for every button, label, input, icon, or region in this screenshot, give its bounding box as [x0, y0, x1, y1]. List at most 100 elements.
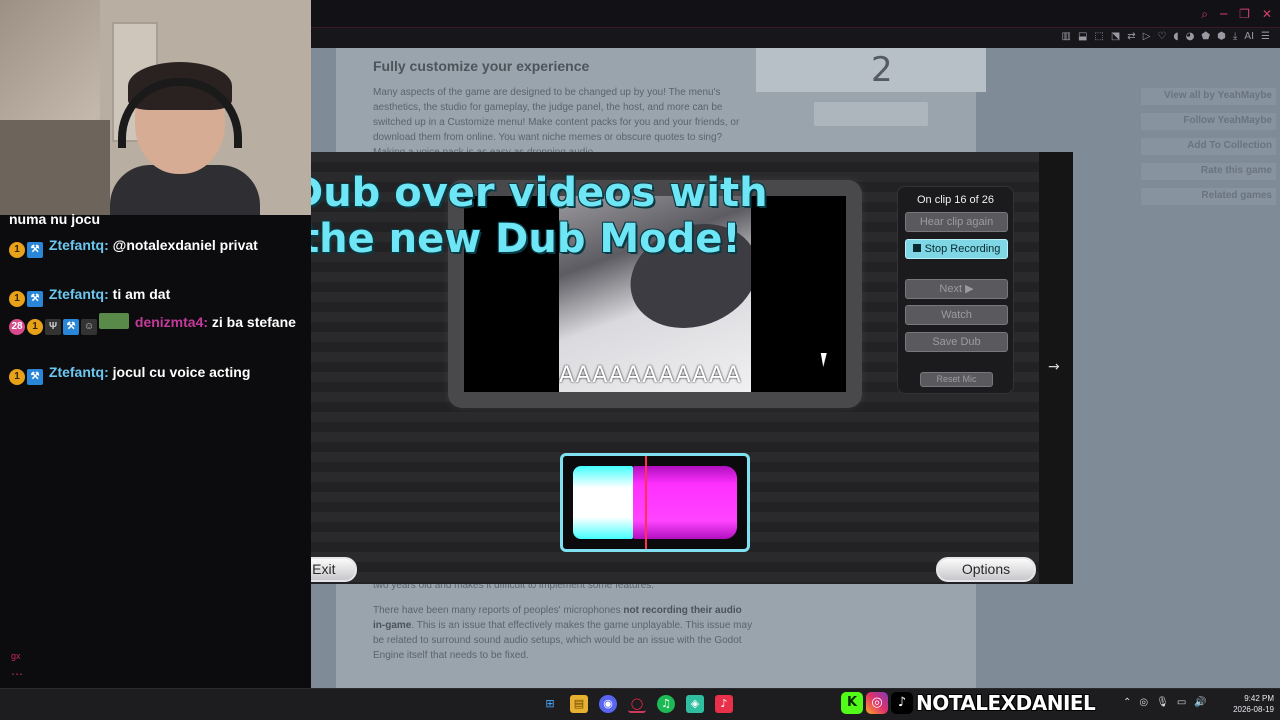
issues-suffix: . This is an issue that effectively make… — [373, 620, 753, 661]
promo-banner: Dub over videos with the new Dub Mode! — [300, 170, 780, 262]
next-button[interactable]: Next ▶ — [905, 279, 1008, 299]
chat-username[interactable]: denizmta4: — [135, 314, 208, 330]
taskbar-apps: ⊞ ▤ ◉ ◯ ♫ ◈ ♪ — [541, 695, 733, 713]
options-button[interactable]: Options — [936, 557, 1036, 582]
puzzle-icon[interactable]: ⬢ — [1217, 30, 1226, 44]
promo-line-1: Dub over videos with — [300, 170, 768, 216]
waveform-thumbnail — [814, 102, 928, 126]
file-explorer-icon[interactable]: ▤ — [570, 695, 588, 713]
instagram-icon: ◎ — [866, 692, 888, 714]
emote-badge-icon: ☺ — [81, 319, 97, 335]
webcam-feed — [0, 0, 311, 215]
tab-icon[interactable]: ⬓ — [1078, 30, 1087, 44]
extension-icon-3[interactable]: ⬟ — [1201, 30, 1210, 44]
volume-icon[interactable]: 🔊 — [1194, 697, 1206, 708]
waveform-recorded — [573, 466, 633, 539]
spotify-icon[interactable]: ♫ — [657, 695, 675, 713]
sub-badge-icon: 1 — [9, 369, 25, 385]
add-collection-link[interactable]: Add To Collection — [1141, 138, 1276, 155]
thumb-number: 2 — [871, 50, 893, 90]
more-icon[interactable]: ⋯ — [11, 667, 23, 681]
sub-badge-icon: 1 — [9, 242, 25, 258]
stop-recording-button[interactable]: Stop Recording — [905, 239, 1008, 259]
browser-toolbar: ▥ ⬓ ⬚ ⬔ ⇄ ▷ ♡ ◖ ◕ ⬟ ⬢ ⤓ AI ☰ — [311, 28, 1280, 48]
browser-titlebar: ⌕ ─ ❐ ✕ — [311, 0, 1280, 28]
known-issues-text: two years old and makes it difficult to … — [373, 578, 753, 663]
extension-icon-2[interactable]: ◕ — [1186, 30, 1195, 44]
section-paragraph: Many aspects of the game are designed to… — [373, 87, 740, 158]
sub-badge-icon: 1 — [9, 291, 25, 307]
save-dub-button[interactable]: Save Dub — [905, 332, 1008, 352]
chat-username[interactable]: Ztefantq: — [49, 237, 109, 253]
mod-badge-icon: ⚒ — [27, 291, 43, 307]
discord-icon[interactable]: ◉ — [599, 695, 617, 713]
minimize-icon[interactable]: ─ — [1220, 6, 1227, 22]
chat-message: 1 ⚒ Ztefantq: jocul cu voice acting — [9, 362, 299, 385]
translate-icon[interactable]: ⇄ — [1127, 30, 1135, 44]
cam-shelf — [0, 120, 110, 215]
window-controls: ⌕ ─ ❐ ✕ — [1201, 6, 1272, 22]
toolbar-icons: ▥ ⬓ ⬚ ⬔ ⇄ ▷ ♡ ◖ ◕ ⬟ ⬢ ⤓ AI ☰ — [1061, 30, 1270, 44]
windows-start-icon[interactable]: ⊞ — [541, 695, 559, 713]
chat-message: 1 ⚒ Ztefantq: @notalexdaniel privat — [9, 235, 299, 258]
system-tray: ⌃ ◎ 🎙 ▭ 🔊 — [1123, 697, 1207, 708]
clock-time: 9:42 PM — [1244, 694, 1274, 703]
waveform-original — [633, 466, 737, 539]
screenshot-icon[interactable]: ⬚ — [1094, 30, 1103, 44]
next-arrow-icon[interactable]: → — [1048, 359, 1060, 375]
related-games-link[interactable]: Related games — [1141, 188, 1276, 205]
stream-chat: numa nu jocu 1 ⚒ Ztefantq: @notalexdaniel… — [0, 211, 311, 688]
opera-gx-icon[interactable]: ◯ — [628, 695, 646, 713]
microphone-icon[interactable]: 🎙 — [1156, 697, 1169, 708]
chat-message: 28 1 Ψ ⚒ ☺ denizmta4: zi ba stefane — [9, 312, 299, 335]
clock-date: 2026-08-19 — [1233, 705, 1274, 714]
audio-waveform[interactable] — [560, 453, 750, 552]
video-caption: AAAAAAAAAAA — [559, 363, 742, 388]
chat-partial-message: numa nu jocu — [9, 211, 100, 227]
chat-footer: gx — [11, 651, 21, 661]
chat-username[interactable]: Ztefantq: — [49, 364, 109, 380]
mod-badge-icon: ⚒ — [63, 319, 79, 335]
clock[interactable]: 9:42 PM 2026-08-19 — [1222, 693, 1274, 715]
section-title: Fully customize your experience — [373, 58, 590, 74]
close-icon[interactable]: ✕ — [1262, 6, 1272, 22]
restore-icon[interactable]: ❐ — [1239, 6, 1250, 22]
exit-label: Exit — [312, 561, 336, 577]
heart-icon[interactable]: ♡ — [1157, 30, 1166, 44]
view-all-link[interactable]: View all by YeahMaybe — [1141, 88, 1276, 105]
chat-username[interactable]: Ztefantq: — [49, 286, 109, 302]
image-badge-icon — [99, 313, 129, 329]
screen: ⌕ ─ ❐ ✕ ▥ ⬓ ⬚ ⬔ ⇄ ▷ ♡ ◖ ◕ ⬟ ⬢ ⤓ AI ☰ Ful… — [0, 0, 1280, 720]
extension-icon[interactable]: ◖ — [1173, 30, 1178, 44]
gift-badge-icon: 28 — [9, 319, 25, 335]
music-app-icon[interactable]: ♪ — [715, 695, 733, 713]
ai-icon[interactable]: AI — [1244, 30, 1254, 44]
app-icon[interactable]: ◈ — [686, 695, 704, 713]
kick-icon: K — [841, 692, 863, 714]
network-icon[interactable]: ▭ — [1177, 697, 1186, 708]
tray-expand-icon[interactable]: ⌃ — [1123, 697, 1131, 708]
chat-message: 1 ⚒ Ztefantq: ti am dat — [9, 284, 299, 307]
psi-badge-icon: Ψ — [45, 319, 61, 335]
sidebar-icon[interactable]: ▥ — [1061, 30, 1070, 44]
play-icon[interactable]: ▷ — [1143, 30, 1151, 44]
follow-link[interactable]: Follow YeahMaybe — [1141, 113, 1276, 130]
hear-clip-button[interactable]: Hear clip again — [905, 212, 1008, 232]
menu-icon[interactable]: ☰ — [1261, 30, 1270, 44]
screenshot-thumbnail[interactable]: 2 — [756, 48, 986, 92]
shield-icon[interactable]: ⬔ — [1111, 30, 1120, 44]
tray-discord-icon[interactable]: ◎ — [1139, 697, 1148, 708]
promo-line-2: the new Dub Mode! — [300, 216, 741, 262]
rate-game-link[interactable]: Rate this game — [1141, 163, 1276, 180]
waveform-playhead[interactable] — [645, 456, 647, 549]
chat-text: zi ba stefane — [211, 314, 296, 330]
watch-button[interactable]: Watch — [905, 305, 1008, 325]
chat-text: @notalexdaniel privat — [112, 237, 258, 253]
clip-counter: On clip 16 of 26 — [916, 194, 995, 206]
sub-badge-icon: 1 — [27, 319, 43, 335]
download-icon[interactable]: ⤓ — [1233, 30, 1237, 44]
reset-mic-button[interactable]: Reset Mic — [920, 372, 993, 387]
search-icon[interactable]: ⌕ — [1201, 6, 1208, 22]
issues-paragraph: There have been many reports of peoples'… — [373, 603, 753, 663]
chat-text: jocul cu voice acting — [112, 364, 251, 380]
